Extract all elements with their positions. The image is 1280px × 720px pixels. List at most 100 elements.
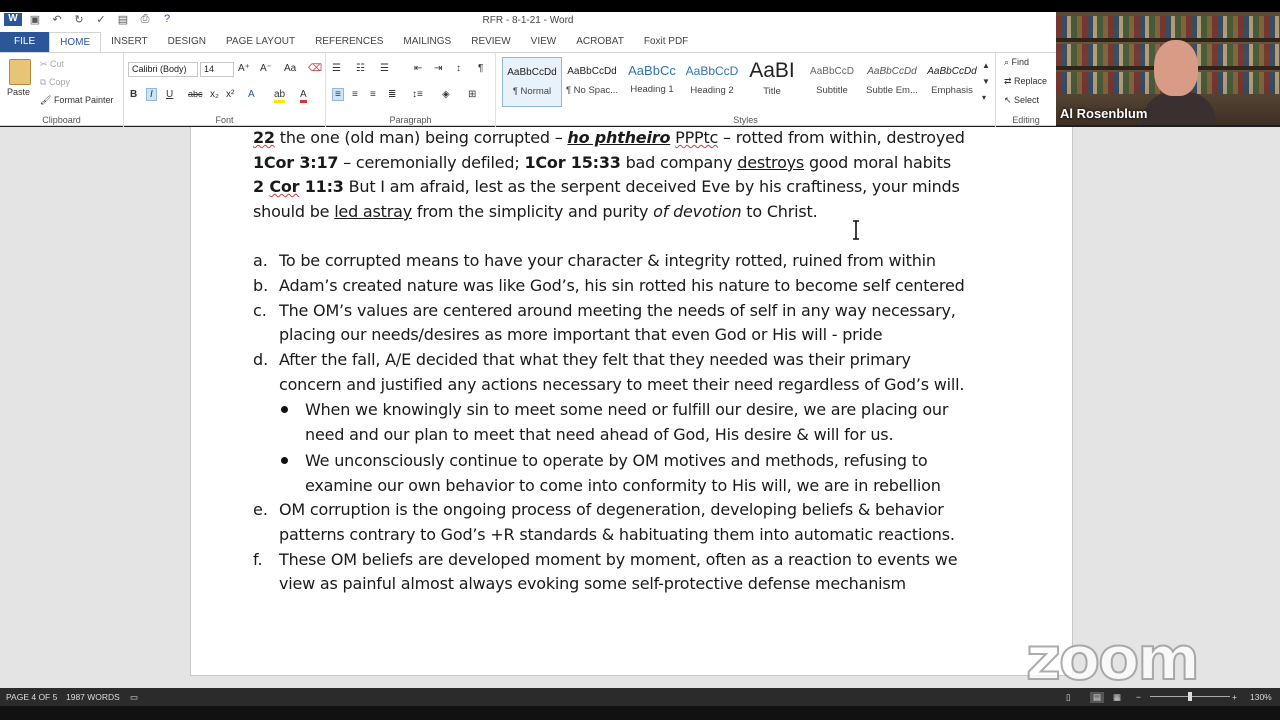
grow-font-icon[interactable]: A⁺ — [238, 63, 250, 74]
shrink-font-icon[interactable]: A⁻ — [260, 63, 272, 74]
decrease-indent-icon[interactable]: ⇤ — [414, 63, 422, 74]
bullet-text: We unconsciously continue to operate by … — [305, 451, 928, 470]
underlined-phrase: led astray — [334, 202, 412, 221]
superscript-icon[interactable]: x² — [226, 89, 234, 100]
styles-group-label: Styles — [733, 115, 758, 125]
paste-icon[interactable] — [9, 59, 31, 85]
list-item-text: view as painful almost always evoking so… — [279, 574, 906, 593]
tab-review[interactable]: REVIEW — [461, 32, 520, 52]
text-effects-icon[interactable]: A — [248, 89, 255, 100]
tab-mailings[interactable]: MAILINGS — [393, 32, 461, 52]
document-page[interactable]: 22 the one (old man) being corrupted – h… — [190, 127, 1073, 676]
font-color-icon[interactable]: A — [300, 89, 307, 103]
style-sample: AaBbCcD — [810, 66, 854, 77]
list-marker: e. — [253, 500, 268, 519]
style-subtitle[interactable]: AaBbCcD Subtitle — [802, 57, 862, 107]
italic-icon[interactable]: I — [146, 88, 157, 101]
tab-home[interactable]: HOME — [49, 32, 102, 52]
strikethrough-icon[interactable]: abc — [188, 89, 203, 99]
bold-icon[interactable]: B — [130, 89, 137, 100]
style-heading-2[interactable]: AaBbCcD Heading 2 — [682, 57, 742, 107]
underline-icon[interactable]: U — [166, 89, 173, 100]
tab-design[interactable]: DESIGN — [158, 32, 216, 52]
font-name-combo[interactable]: Calibri (Body) — [128, 62, 198, 77]
zoom-watermark-logo: zoom — [1025, 623, 1201, 695]
replace-button[interactable]: ⇄ Replace — [1004, 76, 1047, 87]
find-button[interactable]: ⌕ Find — [1004, 57, 1029, 68]
page-count[interactable]: PAGE 4 OF 5 — [6, 692, 57, 702]
list-item-text: These OM beliefs are developed moment by… — [279, 550, 958, 569]
align-right-icon[interactable]: ≡ — [370, 89, 376, 100]
style-title[interactable]: AaBI Title — [742, 57, 802, 107]
justify-icon[interactable]: ≣ — [388, 89, 396, 100]
cut-button[interactable]: ✂ Cut — [40, 59, 64, 70]
copy-button[interactable]: ⧉ Copy — [40, 77, 70, 88]
tab-insert[interactable]: INSERT — [101, 32, 158, 52]
tab-view[interactable]: VIEW — [521, 32, 567, 52]
styles-group: AaBbCcDd ¶ Normal AaBbCcDd ¶ No Spac... Aa… — [496, 53, 996, 127]
tab-file[interactable]: FILE — [0, 32, 50, 52]
copy-label: Copy — [48, 77, 70, 87]
font-size-combo[interactable]: 14 — [200, 62, 234, 77]
bullet-dot — [281, 457, 288, 464]
web-layout-icon[interactable]: ▦ — [1113, 692, 1121, 703]
zoom-level[interactable]: 130% — [1250, 692, 1272, 702]
style-name: Heading 1 — [630, 84, 674, 95]
text-run: should be — [253, 202, 335, 221]
participant-video[interactable]: Al Rosenblum — [1056, 12, 1280, 125]
list-marker: c. — [253, 301, 267, 320]
zoom-out-icon[interactable]: − — [1136, 692, 1141, 702]
style-sample: AaBI — [749, 59, 795, 82]
style-heading-1[interactable]: AaBbCc Heading 1 — [622, 57, 682, 107]
word-count[interactable]: 1987 WORDS — [66, 692, 120, 702]
subscript-icon[interactable]: x₂ — [210, 89, 219, 100]
show-marks-icon[interactable]: ¶ — [478, 63, 483, 74]
styles-scroll-up-icon[interactable]: ▲ — [982, 61, 990, 70]
line-spacing-icon[interactable]: ↕≡ — [412, 89, 423, 100]
styles-scroll-down-icon[interactable]: ▼ — [982, 77, 990, 86]
text-run: to Christ. — [741, 202, 818, 221]
tab-references[interactable]: REFERENCES — [305, 32, 393, 52]
zoom-slider-thumb[interactable] — [1188, 692, 1192, 701]
borders-icon[interactable]: ⊞ — [468, 89, 476, 100]
paragraph-group: ☰ ☷ ☰ ⇤ ⇥ ↕ ¶ ≡ ≡ ≡ ≣ ↕≡ ◈ ⊞ Paragraph — [326, 53, 496, 127]
style-name: ¶ Normal — [512, 86, 552, 97]
document-area: 22 the one (old man) being corrupted – h… — [0, 127, 1280, 688]
read-mode-icon[interactable]: ▯ — [1066, 692, 1071, 703]
proofing-icon[interactable]: ▭ — [130, 692, 138, 703]
style-emphasis[interactable]: AaBbCcDd Emphasis — [922, 57, 982, 107]
speaker-head — [1154, 40, 1198, 96]
change-case-icon[interactable]: Aa — [284, 63, 296, 74]
paste-button[interactable]: Paste — [7, 87, 30, 97]
style-name: Subtle Em... — [866, 85, 918, 96]
sort-icon[interactable]: ↕ — [456, 63, 461, 74]
print-layout-icon[interactable]: ▤ — [1090, 692, 1105, 703]
grammar-tag: PPPtc — [675, 128, 719, 147]
highlight-icon[interactable]: ab — [274, 89, 286, 103]
tab-acrobat[interactable]: ACROBAT — [566, 32, 634, 52]
clear-formatting-icon[interactable]: ⌫ — [308, 63, 322, 74]
select-button[interactable]: ↖ Select — [1004, 95, 1039, 106]
list-item-text: placing our needs/desires as more import… — [279, 325, 883, 344]
title-bar: W ▣ ↶ ↻ ✓ ▤ ⎙ ? RFR - 8-1-21 - Word — [0, 12, 1056, 32]
zoom-in-icon[interactable]: + — [1232, 692, 1237, 702]
align-left-icon[interactable]: ≡ — [332, 88, 344, 101]
increase-indent-icon[interactable]: ⇥ — [434, 63, 442, 74]
numbering-icon[interactable]: ☷ — [356, 63, 365, 74]
find-label: Find — [1011, 57, 1030, 67]
styles-more-icon[interactable]: ▾ — [982, 93, 986, 102]
bullets-icon[interactable]: ☰ — [332, 63, 341, 74]
shading-icon[interactable]: ◈ — [442, 89, 450, 100]
align-center-icon[interactable]: ≡ — [352, 89, 358, 100]
multilevel-list-icon[interactable]: ☰ — [380, 63, 389, 74]
editing-group: ⌕ Find ⇄ Replace ↖ Select Editing — [996, 53, 1056, 127]
style-name: Subtitle — [816, 85, 848, 96]
list-item-text: OM corruption is the ongoing process of … — [279, 500, 944, 519]
format-painter-button[interactable]: 🖌 Format Painter — [40, 95, 113, 106]
style-subtle-emphasis[interactable]: AaBbCcDd Subtle Em... — [862, 57, 922, 107]
style-no-spacing[interactable]: AaBbCcDd ¶ No Spac... — [562, 57, 622, 107]
tab-foxit-pdf[interactable]: Foxit PDF — [634, 32, 698, 52]
font-group-label: Font — [215, 115, 234, 125]
tab-page-layout[interactable]: PAGE LAYOUT — [216, 32, 305, 52]
style-normal[interactable]: AaBbCcDd ¶ Normal — [502, 57, 562, 107]
